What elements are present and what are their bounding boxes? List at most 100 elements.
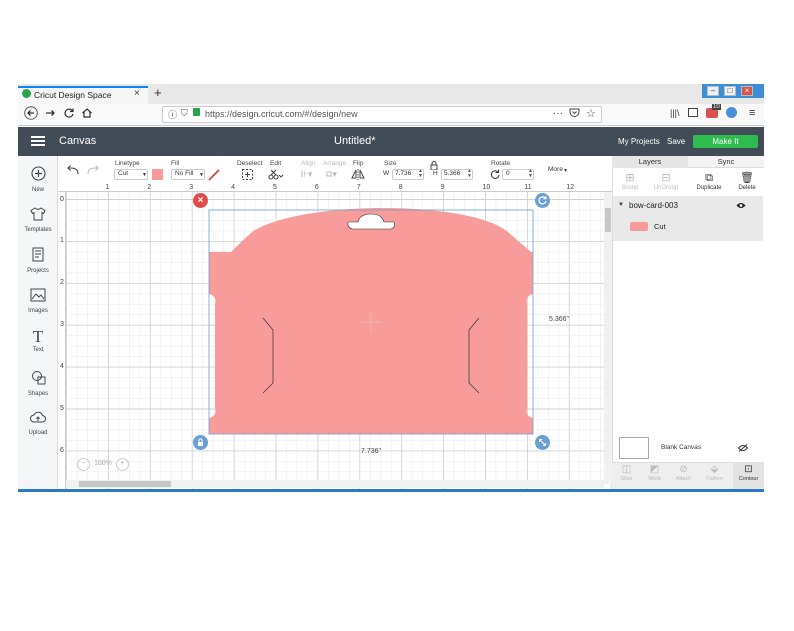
info-icon[interactable]: ⓘ: [168, 108, 177, 121]
ungroup-button[interactable]: ⊟ UnGroup: [651, 172, 681, 191]
maximize-button[interactable]: □: [724, 86, 736, 96]
tab-layers[interactable]: Layers: [612, 156, 688, 168]
home-icon[interactable]: [81, 107, 93, 122]
save-button[interactable]: Save: [667, 137, 685, 146]
flip-label: Flip: [353, 160, 364, 167]
library-icon[interactable]: |||\: [670, 108, 680, 118]
rail-templates[interactable]: Templates: [18, 207, 58, 233]
deselect-label: Deselect: [237, 160, 263, 167]
chevron-down-icon: ▼: [199, 172, 204, 178]
rail-images[interactable]: Images: [18, 288, 58, 314]
rail-shapes[interactable]: Shapes: [18, 370, 58, 397]
rail-upload-label: Upload: [28, 430, 48, 436]
vertical-scrollbar[interactable]: [604, 192, 612, 484]
layer-group-name: bow-card-003: [629, 201, 678, 210]
flip-icon[interactable]: [351, 169, 367, 182]
width-dimension-label: 7.736": [361, 448, 382, 455]
delete-button[interactable]: 🗑 Delete: [732, 172, 762, 191]
rotate-stepper-icon[interactable]: ▲ ▼: [528, 169, 533, 179]
arrange-icon: ⧉▾: [326, 169, 337, 179]
size-label: Size: [384, 160, 397, 167]
undo-icon[interactable]: [66, 165, 80, 177]
height-stepper-icon[interactable]: ▲ ▼: [467, 169, 472, 179]
no-fill-icon[interactable]: [208, 169, 220, 183]
blank-canvas-swatch[interactable]: [619, 437, 649, 459]
width-stepper-icon[interactable]: ▲ ▼: [418, 169, 423, 179]
bow-card-shape[interactable]: [190, 190, 560, 460]
rail-projects-label: Projects: [27, 268, 49, 274]
linetype-value: Cut: [118, 170, 129, 177]
rail-projects[interactable]: Projects: [18, 247, 58, 274]
menu-icon[interactable]: ≡: [749, 107, 755, 119]
ruler-tick-label: 1: [105, 184, 110, 191]
trash-icon: 🗑: [740, 172, 754, 184]
new-tab-button[interactable]: +: [154, 85, 162, 100]
zoom-out-button[interactable]: −: [77, 458, 90, 471]
align-icon: ⊪▾: [300, 169, 313, 179]
delete-handle-icon[interactable]: ×: [193, 193, 208, 208]
attach-icon: ⊘: [679, 464, 688, 475]
eye-icon[interactable]: [736, 201, 746, 211]
rail-text-label: Text: [32, 347, 44, 353]
deselect-icon[interactable]: [242, 169, 253, 182]
pocket-icon[interactable]: [569, 107, 580, 120]
zoom-in-button[interactable]: +: [115, 458, 129, 471]
extension-badge: 10: [712, 104, 721, 110]
image-icon: [18, 288, 58, 306]
flatten-button[interactable]: ⬙ Flatten: [700, 464, 729, 482]
group-button[interactable]: ⊞ Group: [615, 172, 645, 191]
hamburger-menu-icon[interactable]: [31, 136, 45, 146]
shield-icon[interactable]: ⛉: [181, 108, 188, 119]
lock-handle-icon[interactable]: [193, 435, 208, 450]
redo-icon[interactable]: [86, 165, 100, 177]
ruler-tick-label: 4: [60, 363, 64, 371]
linetype-color-swatch[interactable]: [152, 169, 163, 180]
sidebar-icon[interactable]: [688, 108, 698, 117]
back-button[interactable]: [24, 106, 38, 123]
height-dimension-label: 5.366": [549, 316, 570, 323]
duplicate-icon: ⧉: [705, 172, 713, 184]
rail-new-label: New: [31, 187, 44, 193]
document-title[interactable]: Untitled*: [334, 135, 376, 147]
cricut-favicon-icon: [22, 89, 31, 98]
resize-handle-icon[interactable]: [535, 435, 550, 450]
forward-icon[interactable]: [44, 107, 56, 122]
horizontal-scroll-thumb[interactable]: [79, 481, 171, 487]
minimize-button[interactable]: –: [707, 86, 719, 96]
account-avatar[interactable]: [726, 107, 737, 118]
more-menu[interactable]: More: [548, 166, 563, 173]
slice-button[interactable]: ◫ Slice: [612, 464, 641, 482]
make-it-button[interactable]: Make It: [693, 135, 758, 148]
duplicate-button[interactable]: ⧉ Duplicate: [694, 172, 724, 191]
linetype-label: Linetype: [115, 160, 140, 167]
shirt-icon: [18, 207, 58, 225]
app-section-title: Canvas: [59, 135, 97, 147]
reload-icon[interactable]: [63, 107, 75, 122]
weld-button[interactable]: ◩ Weld: [640, 464, 669, 482]
ruler-tick-label: 1: [60, 237, 64, 245]
eye-hidden-icon[interactable]: [737, 444, 749, 454]
contour-button[interactable]: ⊡ Contour: [734, 464, 763, 482]
height-label: H: [433, 170, 438, 177]
lock-icon: [193, 108, 200, 116]
weld-icon: ◩: [649, 464, 660, 475]
edit-scissors-icon[interactable]: [268, 169, 284, 182]
bookmark-star-icon[interactable]: ☆: [586, 107, 596, 120]
tab-close-icon[interactable]: ×: [134, 88, 140, 99]
rail-upload[interactable]: Upload: [18, 411, 58, 436]
url-text[interactable]: https://design.cricut.com/#/design/new: [205, 109, 358, 119]
page-actions-icon[interactable]: ···: [553, 108, 563, 119]
align-label: Align: [301, 160, 316, 167]
tab-sync[interactable]: Sync: [688, 156, 764, 168]
slice-icon: ◫: [621, 464, 632, 475]
rail-text[interactable]: T Text: [18, 328, 58, 353]
my-projects-link[interactable]: My Projects: [618, 137, 660, 146]
close-window-button[interactable]: ×: [741, 86, 753, 96]
layer-color-swatch[interactable]: [630, 222, 648, 231]
caret-down-icon[interactable]: ▼: [618, 202, 624, 208]
attach-button[interactable]: ⊘ Attach: [669, 464, 698, 482]
rotate-handle-icon[interactable]: [535, 193, 550, 208]
rail-new[interactable]: New: [18, 166, 58, 193]
vertical-scroll-thumb[interactable]: [605, 208, 611, 232]
ruler-tick-label: 2: [60, 279, 64, 287]
